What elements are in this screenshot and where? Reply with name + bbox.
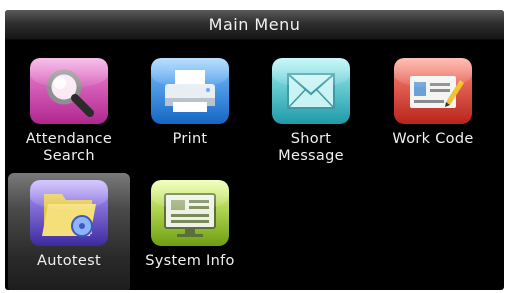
menu-item-label: Attendance Search — [8, 131, 130, 165]
menu-item-label: Work Code — [372, 131, 494, 148]
label-line-1: Short — [290, 131, 332, 147]
title-bar: Main Menu — [5, 10, 504, 40]
label-line-1: Print — [172, 131, 208, 147]
menu-item-print[interactable]: Print — [129, 51, 251, 171]
id-card-pen-icon — [394, 58, 472, 124]
magnifier-search-icon — [30, 58, 108, 124]
label-line-1: Attendance — [25, 131, 113, 147]
menu-item-label: Print — [129, 131, 251, 148]
label-line-1: Autotest — [37, 253, 101, 269]
menu-item-label: System Info — [129, 253, 251, 270]
menu-item-label: Short Message — [250, 131, 372, 165]
page-title: Main Menu — [208, 15, 301, 34]
menu-item-autotest[interactable]: Autotest — [8, 173, 130, 290]
printer-icon — [151, 58, 229, 124]
label-line-1: Work Code — [392, 131, 474, 147]
folder-autotest-icon — [30, 180, 108, 246]
menu-item-work-code[interactable]: Work Code — [372, 51, 494, 171]
monitor-info-icon — [151, 180, 229, 246]
menu-item-label: Autotest — [8, 253, 130, 270]
menu-item-system-info[interactable]: System Info — [129, 173, 251, 290]
menu-item-attendance-search[interactable]: Attendance Search — [8, 51, 130, 171]
label-line-2: Message — [278, 148, 344, 164]
label-line-1: System Info — [145, 253, 235, 269]
device-screen: Main Menu Attendance Search Print Short … — [5, 10, 504, 290]
envelope-icon — [272, 58, 350, 124]
menu-item-short-message[interactable]: Short Message — [250, 51, 372, 171]
label-line-2: Search — [43, 148, 95, 164]
